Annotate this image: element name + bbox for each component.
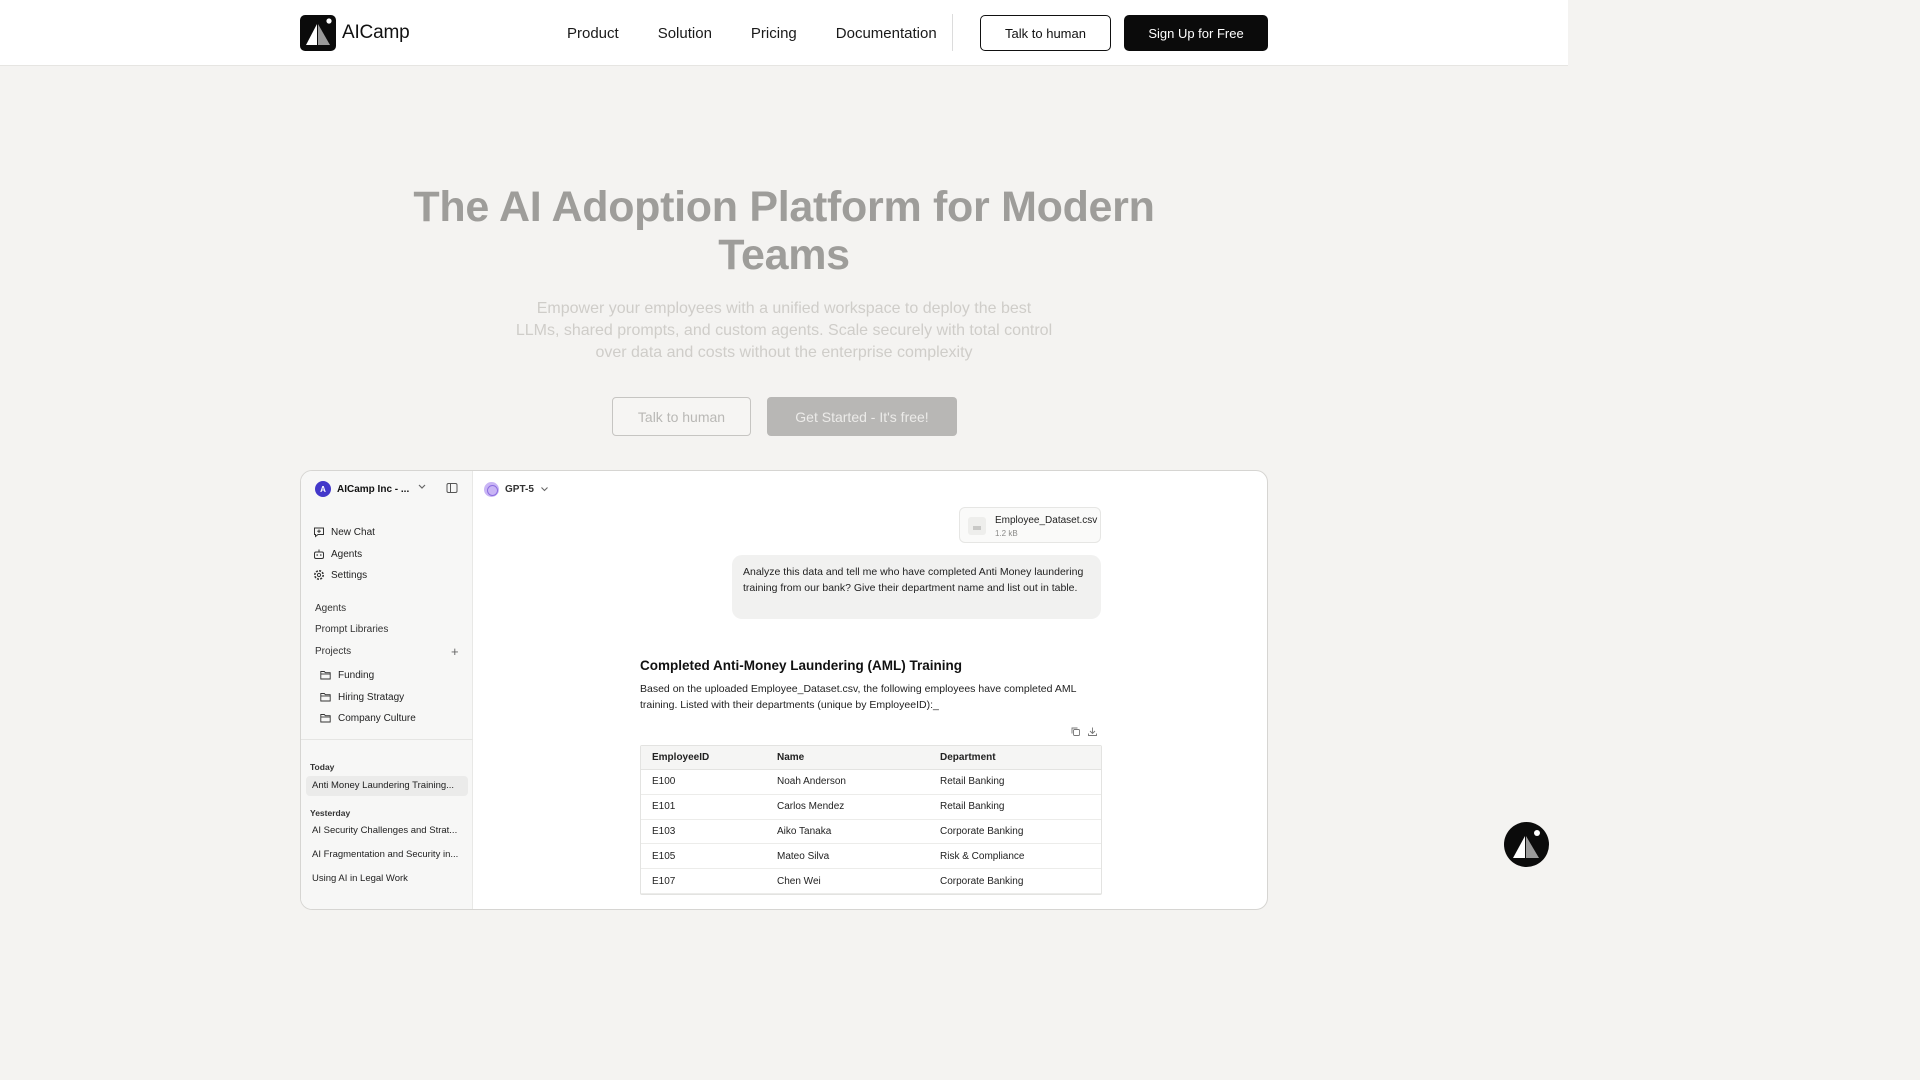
project-item-hiring-strategy[interactable]: Hiring Stratagy (320, 690, 404, 704)
table-cell: E105 (652, 850, 676, 862)
project-label: Hiring Stratagy (338, 691, 405, 703)
sidebar-link-agents[interactable]: Agents (315, 603, 346, 614)
sidebar-item-settings[interactable]: Settings (313, 568, 367, 582)
table-row: E100 Noah Anderson Retail Banking (641, 770, 1101, 795)
nav-pricing[interactable]: Pricing (751, 25, 797, 42)
add-project-plus-icon[interactable]: + (451, 645, 459, 658)
chevron-down-icon (541, 486, 548, 491)
app-preview: A AICamp Inc - ... New Chat Agents Setti… (300, 470, 1268, 910)
project-label: Company Culture (338, 712, 416, 724)
column-header: EmployeeID (652, 752, 710, 763)
history-today-heading: Today (310, 762, 335, 772)
chat-history-item[interactable]: AI Fragmentation and Security in... (306, 845, 468, 865)
robot-icon (314, 549, 324, 559)
get-started-button[interactable]: Get Started - It's free! (767, 397, 957, 436)
folder-icon (320, 693, 331, 702)
brand-logo-link[interactable]: AICamp (300, 15, 410, 51)
table-cell: Mateo Silva (777, 850, 830, 862)
attached-file-chip[interactable]: Employee_Dataset.csv 1.2 kB (959, 507, 1101, 543)
sign-up-button[interactable]: Sign Up for Free (1124, 15, 1268, 51)
table-cell: Risk & Compliance (940, 850, 1025, 862)
table-row: E103 Aiko Tanaka Corporate Banking (641, 820, 1101, 845)
sidebar-divider (301, 739, 473, 740)
history-yesterday-heading: Yesterday (310, 808, 351, 818)
table-cell: Carlos Mendez (777, 801, 845, 813)
sidebar-link-prompt-libraries[interactable]: Prompt Libraries (315, 624, 388, 635)
hero-subtitle: Empower your employees with a unified wo… (515, 300, 1053, 361)
aicamp-logo-icon (300, 15, 336, 51)
project-label: Funding (338, 669, 375, 681)
download-icon[interactable] (1087, 726, 1098, 737)
nav-documentation[interactable]: Documentation (836, 25, 937, 42)
talk-to-human-button[interactable]: Talk to human (980, 15, 1111, 51)
column-header: Department (940, 752, 996, 763)
table-cell: Aiko Tanaka (777, 825, 832, 837)
nav-product[interactable]: Product (567, 25, 619, 42)
file-size: 1.2 kB (995, 529, 1018, 538)
results-table: EmployeeID Name Department E100 Noah And… (640, 745, 1102, 895)
workspace-avatar: A (315, 481, 331, 497)
file-icon (968, 517, 986, 535)
table-cell: Corporate Banking (940, 875, 1024, 887)
brand-name: AICamp (342, 22, 410, 43)
sidebar-item-label: Settings (331, 569, 368, 581)
file-name: Employee_Dataset.csv (995, 515, 1098, 526)
user-message: Analyze this data and tell me who have c… (732, 555, 1101, 619)
copy-icon[interactable] (1070, 726, 1081, 737)
aicamp-logo-icon (1513, 830, 1540, 858)
column-header: Name (777, 752, 805, 763)
chat-launcher-button[interactable] (1504, 822, 1549, 867)
model-name: GPT-5 (505, 483, 534, 495)
table-cell: Corporate Banking (940, 825, 1024, 837)
sidebar-item-label: Agents (331, 548, 363, 560)
app-sidebar: A AICamp Inc - ... New Chat Agents Setti… (301, 471, 473, 909)
table-row: E105 Mateo Silva Risk & Compliance (641, 844, 1101, 870)
model-selector[interactable]: GPT-5 (484, 481, 549, 497)
chat-plus-icon (314, 527, 324, 538)
table-cell: Chen Wei (777, 875, 821, 887)
table-cell: E103 (652, 825, 676, 837)
folder-icon (320, 671, 331, 680)
table-cell: E107 (652, 875, 676, 887)
table-header-row: EmployeeID Name Department (641, 746, 1101, 770)
chat-history-item[interactable]: Anti Money Laundering Training... (306, 776, 468, 796)
hero-title: The AI Adoption Platform for Modern Team… (413, 183, 1155, 279)
model-icon (484, 481, 499, 497)
workspace-switcher[interactable]: A AICamp Inc - ... (315, 481, 409, 497)
workspace-name: AICamp Inc - ... (337, 483, 410, 495)
sidebar-item-agents[interactable]: Agents (313, 547, 362, 561)
table-cell: E101 (652, 801, 676, 813)
top-navigation: AICamp Product Solution Pricing Document… (0, 0, 1568, 66)
table-row: E101 Carlos Mendez Retail Banking (641, 795, 1101, 820)
sidebar-item-new-chat[interactable]: New Chat (313, 525, 375, 539)
sidebar-item-label: New Chat (331, 526, 375, 538)
answer-body: Based on the uploaded Employee_Dataset.c… (640, 683, 1077, 711)
chevron-down-icon[interactable] (417, 483, 427, 491)
answer-title: Completed Anti-Money Laundering (AML) Tr… (640, 658, 962, 673)
chat-area: GPT-5 Employee_Dataset.csv 1.2 kB Analyz… (473, 471, 1267, 909)
table-cell: Noah Anderson (777, 776, 846, 788)
table-cell: E100 (652, 776, 676, 788)
table-cell: Retail Banking (940, 776, 1005, 788)
gear-icon (314, 570, 324, 580)
project-item-funding[interactable]: Funding (320, 668, 374, 682)
folder-icon (320, 714, 331, 723)
nav-links: Product Solution Pricing Documentation (567, 0, 937, 66)
hero-talk-to-human-button[interactable]: Talk to human (612, 397, 751, 436)
nav-solution[interactable]: Solution (658, 25, 712, 42)
project-item-company-culture[interactable]: Company Culture (320, 711, 416, 725)
sidebar-toggle-icon[interactable] (446, 482, 458, 494)
table-cell: Retail Banking (940, 801, 1005, 813)
chat-history-item[interactable]: AI Security Challenges and Strat... (306, 821, 468, 841)
table-row: E107 Chen Wei Corporate Banking (641, 869, 1101, 894)
sidebar-link-projects[interactable]: Projects (315, 646, 351, 657)
chat-history-item[interactable]: Using AI in Legal Work (306, 869, 468, 889)
nav-divider (952, 14, 953, 51)
